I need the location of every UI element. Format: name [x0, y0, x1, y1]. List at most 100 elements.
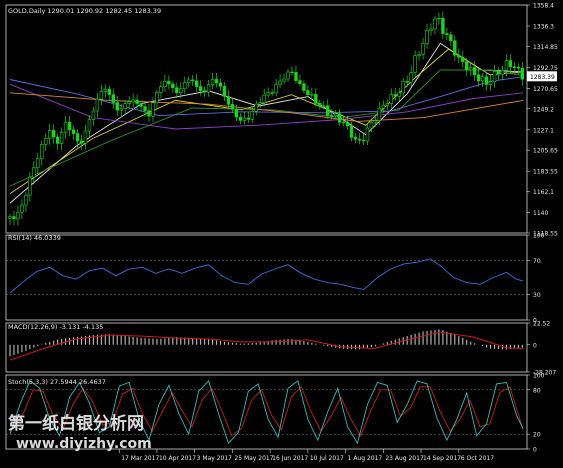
- candle-body: [59, 132, 64, 144]
- candle-body: [310, 94, 314, 96]
- candle-body: [393, 94, 397, 97]
- current-price-label: 1283.39: [530, 74, 555, 81]
- candle-body: [369, 122, 374, 129]
- candle-body: [16, 211, 20, 220]
- candle-body: [230, 104, 235, 110]
- candle-body: [322, 105, 326, 107]
- candle-body: [198, 86, 203, 91]
- candle-body: [516, 67, 521, 69]
- candle-body: [405, 81, 409, 83]
- candle-body: [238, 116, 243, 121]
- stoch-axis-tick-label: 0: [533, 447, 537, 454]
- x-tick-label: 23 Aug 2017: [385, 455, 424, 462]
- candle-body: [441, 17, 445, 34]
- candle-body: [226, 96, 231, 105]
- candle-body: [32, 167, 36, 178]
- candle-body: [333, 113, 338, 117]
- candle-body: [179, 88, 183, 93]
- candle-body: [508, 60, 513, 68]
- macd-axis-tick-label: 0: [533, 342, 537, 349]
- candle-body: [119, 108, 123, 111]
- candle-body: [214, 79, 219, 84]
- candle-body: [353, 137, 358, 140]
- candle-body: [202, 90, 207, 93]
- candle-body: [20, 204, 24, 213]
- candle-body: [385, 103, 390, 106]
- x-tick-label: 10 Apr 2017: [159, 455, 196, 462]
- macd-axis-tick-label: 22.52: [533, 321, 550, 328]
- candle-body: [341, 121, 346, 124]
- price-axis-tick-label: 1292.75: [533, 65, 558, 72]
- candle-body: [83, 130, 88, 144]
- candle-body: [107, 88, 111, 95]
- candle-body: [28, 177, 32, 196]
- candle-body: [218, 82, 223, 87]
- candle-body: [461, 56, 465, 62]
- candle-body: [421, 43, 425, 55]
- candle-body: [381, 104, 386, 109]
- price-axis-tick-label: 1227.1: [533, 127, 554, 134]
- candle-body: [302, 83, 306, 91]
- candle-body: [143, 106, 147, 111]
- candle-body: [520, 67, 525, 80]
- candle-body: [194, 80, 199, 87]
- candle-body: [75, 133, 80, 142]
- candle-body: [55, 136, 60, 144]
- candle-body: [425, 30, 429, 44]
- candle-body: [254, 103, 258, 112]
- price-axis-tick-label: 1140: [533, 210, 548, 217]
- candle-body: [8, 216, 12, 219]
- price-axis-tick-label: 1249.2: [533, 106, 554, 113]
- candle-body: [417, 53, 421, 57]
- candle-body: [457, 54, 461, 58]
- candle-body: [306, 90, 310, 95]
- watermark-url: www.diyizhy.com: [16, 436, 152, 452]
- candle-body: [330, 115, 334, 117]
- candle-body: [163, 80, 167, 87]
- x-tick-label: 6 Oct 2017: [461, 455, 494, 462]
- candle-body: [298, 80, 302, 85]
- candle-body: [484, 76, 489, 85]
- candle-body: [222, 86, 227, 97]
- candle-body: [496, 70, 501, 75]
- candle-body: [71, 129, 76, 134]
- candle-body: [318, 102, 322, 107]
- candle-body: [210, 79, 215, 85]
- candle-body: [365, 127, 370, 142]
- candle-body: [492, 70, 497, 82]
- price-axis-tick-label: 1270.65: [533, 86, 558, 93]
- candle-body: [266, 92, 270, 96]
- candle-body: [413, 55, 417, 73]
- candle-body: [433, 18, 437, 30]
- candle-body: [24, 194, 28, 206]
- candle-body: [147, 110, 151, 117]
- candle-body: [262, 94, 266, 103]
- candle-body: [99, 91, 104, 100]
- candle-body: [135, 99, 139, 104]
- stoch-axis-tick-label: 20: [533, 432, 541, 439]
- candle-body: [175, 87, 179, 93]
- x-tick-label: 17 Mar 2017: [121, 455, 159, 462]
- candle-body: [453, 40, 457, 56]
- candle-body: [337, 113, 342, 123]
- candle-body: [290, 71, 294, 74]
- price-axis-tick-label: 1358.4: [533, 3, 554, 10]
- candle-body: [357, 138, 362, 141]
- candle-body: [63, 122, 68, 133]
- rsi-axis-tick-label: 100: [533, 233, 545, 240]
- x-tick-label: 14 Sep 2017: [423, 455, 461, 462]
- candle-body: [151, 102, 155, 117]
- candle-body: [139, 103, 143, 107]
- candle-body: [103, 88, 108, 92]
- candle-body: [286, 71, 290, 80]
- candle-body: [437, 17, 441, 20]
- candle-body: [270, 92, 274, 94]
- price-panel-title: GOLD,Daily 1290.01 1290.92 1282.45 1283.…: [8, 7, 161, 15]
- macd-panel-title: MACD(12,26,9) -3.131 -4.135: [8, 323, 103, 331]
- candle-body: [36, 158, 40, 169]
- candle-body: [274, 84, 278, 94]
- candle-body: [512, 66, 517, 68]
- candle-body: [51, 130, 56, 138]
- candle-body: [131, 99, 135, 103]
- rsi-panel-title: RSI(14) 46.0339: [8, 234, 61, 242]
